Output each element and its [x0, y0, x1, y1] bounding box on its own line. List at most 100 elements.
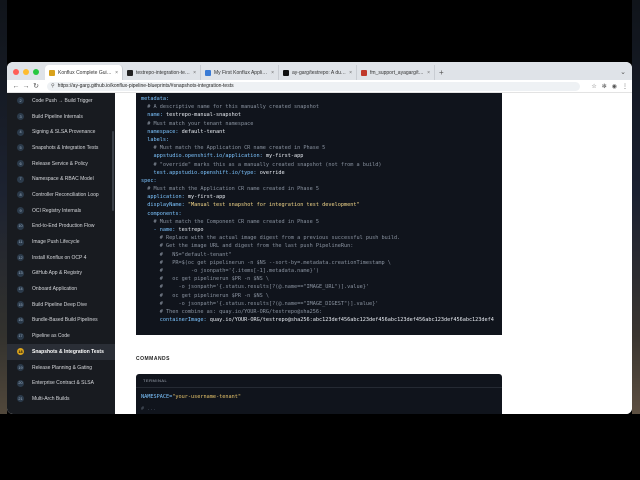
code-token: # -o jsonpath='{.items[-1].metadata.name…: [141, 267, 320, 274]
sidebar-item[interactable]: 21 Multi-Arch Builds: [7, 391, 115, 407]
sidebar-item[interactable]: 13 GitHub App & Registry: [7, 266, 115, 282]
code-line: # -o jsonpath='{.items[-1].metadata.name…: [141, 267, 497, 275]
reload-icon[interactable]: ↻: [31, 82, 41, 90]
sidebar-item[interactable]: 12 Install Konflux on OCP 4: [7, 250, 115, 266]
sidebar-scrollbar[interactable]: [112, 131, 114, 211]
tab-close-icon[interactable]: ×: [271, 70, 274, 76]
minimize-window-button[interactable]: [23, 69, 29, 75]
browser-tab[interactable]: testrepo-integration-tests ×: [123, 65, 201, 80]
code-line: spec:: [141, 177, 497, 185]
code-token: # "override" marks this as a manually cr…: [141, 161, 382, 168]
code-line: labels:: [141, 136, 497, 144]
sidebar-item[interactable]: 4 Signing & SLSA Provenance: [7, 124, 115, 140]
code-token: testrepo-manual-snapshot: [166, 112, 241, 119]
sidebar-item[interactable]: 9 OCI Registry Internals: [7, 203, 115, 219]
sidebar-item[interactable]: 5 Snapshots & Integration Tests: [7, 140, 115, 156]
sidebar-item[interactable]: 7 Namespace & RBAC Model: [7, 171, 115, 187]
code-token: default-tenant: [181, 128, 226, 135]
sidebar-item-label: Image Push Lifecycle: [32, 239, 80, 246]
window-controls: [7, 69, 45, 80]
browser-tab[interactable]: fm_support_ayagarg/testrep×: [357, 65, 435, 80]
main-content: metadata: # A descriptive name for this …: [115, 93, 632, 414]
terminal-var-value: "your-username-tenant": [172, 394, 241, 400]
tab-close-icon[interactable]: ×: [115, 70, 118, 76]
site-info-icon[interactable]: ⚲: [51, 83, 55, 89]
sidebar-item[interactable]: 19 Release Planning & Gating: [7, 360, 115, 376]
code-token: # oc get pipelinerun $PR -n $NS \: [141, 276, 270, 283]
yaml-code-block: metadata: # A descriptive name for this …: [136, 93, 502, 335]
sidebar-item-number: 19: [17, 364, 24, 372]
address-bar[interactable]: ⚲ https://ay-garg.github.io/konflux-pipe…: [47, 81, 581, 91]
code-token: displayName:: [141, 202, 188, 209]
sidebar-item-label: Snapshots & Integration Tests: [32, 144, 99, 151]
code-token: name:: [141, 112, 166, 119]
tab-close-icon[interactable]: ×: [349, 70, 352, 76]
sidebar-item-label: Controller Reconciliation Loop: [32, 191, 99, 198]
sidebar-item-number: 15: [17, 301, 24, 309]
terminal-block: TERMINAL NAMESPACE="your-username-tenant…: [136, 374, 502, 414]
sidebar-item[interactable]: 14 Onboard Application: [7, 281, 115, 297]
code-line: name: testrepo-manual-snapshot: [141, 111, 497, 119]
code-token: metadata:: [141, 96, 170, 102]
browser-tab[interactable]: My First Konflux Application×: [201, 65, 279, 80]
extensions-icon[interactable]: ✻: [602, 83, 607, 90]
sidebar-item[interactable]: 17 Pipeline as Code: [7, 328, 115, 344]
bookmark-star-icon[interactable]: ☆: [591, 83, 596, 90]
sidebar-item[interactable]: 15 Build Pipeline Deep Dive: [7, 297, 115, 313]
sidebar-item[interactable]: 3 Build Pipeline Internals: [7, 109, 115, 125]
browser-tab[interactable]: Konflux Complete Guide — I×: [45, 65, 123, 80]
code-line: # PR=$(oc get pipelinerun -n $NS --sort-…: [141, 259, 497, 267]
back-arrow-icon[interactable]: ←: [11, 83, 21, 90]
maximize-window-button[interactable]: [33, 69, 39, 75]
new-tab-button[interactable]: +: [435, 68, 448, 80]
code-line: - name: testrepo: [141, 226, 497, 234]
sidebar-item[interactable]: 8 Controller Reconciliation Loop: [7, 187, 115, 203]
terminal-next-line: # ...: [141, 406, 157, 412]
code-line: displayName: "Manual test snapshot for i…: [141, 201, 497, 209]
sidebar-item[interactable]: 11 Image Push Lifecycle: [7, 234, 115, 250]
code-line: appstudio.openshift.io/application: my-f…: [141, 152, 497, 160]
code-token: # A descriptive name for this manually c…: [141, 104, 320, 111]
close-window-button[interactable]: [13, 69, 19, 75]
sidebar-item-number: 12: [17, 254, 24, 262]
sidebar-item-label: OCI Registry Internals: [32, 207, 82, 214]
sidebar-item-label: End-to-End Production Flow: [32, 223, 95, 230]
code-line: namespace: default-tenant: [141, 128, 497, 136]
tab-search-chevron-icon[interactable]: ⌄: [614, 68, 632, 80]
sidebar-item[interactable]: 18 Snapshots & Integration Tests: [7, 344, 115, 360]
sidebar-item-label: Bundle-Based Build Pipelines: [32, 317, 98, 324]
sidebar-item[interactable]: 2 Code Push → Build Trigger: [7, 93, 115, 109]
code-token: override: [259, 169, 285, 176]
sidebar-item-number: 6: [17, 160, 24, 168]
tab-close-icon[interactable]: ×: [427, 70, 430, 76]
code-token: containerImage:: [141, 317, 210, 324]
code-line: # oc get pipelinerun $PR -n $NS \: [141, 275, 497, 283]
sidebar-item-number: 5: [17, 144, 24, 152]
code-line: # "override" marks this as a manually cr…: [141, 161, 497, 169]
sidebar-item-number: 8: [17, 191, 24, 199]
code-line: components:: [141, 210, 497, 218]
menu-kebab-icon[interactable]: ⋮: [622, 83, 628, 90]
sidebar-item[interactable]: 6 Release Service & Policy: [7, 156, 115, 172]
sidebar-item-label: Namespace & RBAC Model: [32, 176, 94, 183]
code-token: # PR=$(oc get pipelinerun -n $NS --sort-…: [141, 259, 391, 266]
sidebar-item[interactable]: 10 End-to-End Production Flow: [7, 219, 115, 235]
profile-avatar-icon[interactable]: ◉: [612, 83, 617, 90]
code-line: # Must match the Component CR name creat…: [141, 218, 497, 226]
sidebar-item[interactable]: 20 Enterprise Contract & SLSA: [7, 375, 115, 391]
tab-title: ay-garg/testrepo: A dummy: [292, 69, 347, 76]
tab-close-icon[interactable]: ×: [193, 70, 196, 76]
sidebar-item[interactable]: 16 Bundle-Based Build Pipelines: [7, 313, 115, 329]
code-token: # Replace with the actual image digest f…: [141, 235, 401, 242]
forward-arrow-icon[interactable]: →: [21, 83, 31, 90]
sidebar-item-label: Multi-Arch Builds: [32, 395, 70, 402]
sidebar-item-number: 17: [17, 332, 24, 340]
code-line: # Then combine as: quay.io/YOUR-ORG/test…: [141, 308, 497, 316]
code-line: metadata:: [141, 95, 497, 103]
code-token: # oc get pipelinerun $PR -n $NS \: [141, 292, 270, 299]
sidebar-item-label: GitHub App & Registry: [32, 270, 83, 277]
browser-tab[interactable]: ay-garg/testrepo: A dummy ×: [279, 65, 357, 80]
sidebar-item-label: Release Service & Policy: [32, 160, 88, 167]
code-token: application:: [141, 194, 188, 201]
tab-title: My First Konflux Application: [214, 69, 268, 76]
